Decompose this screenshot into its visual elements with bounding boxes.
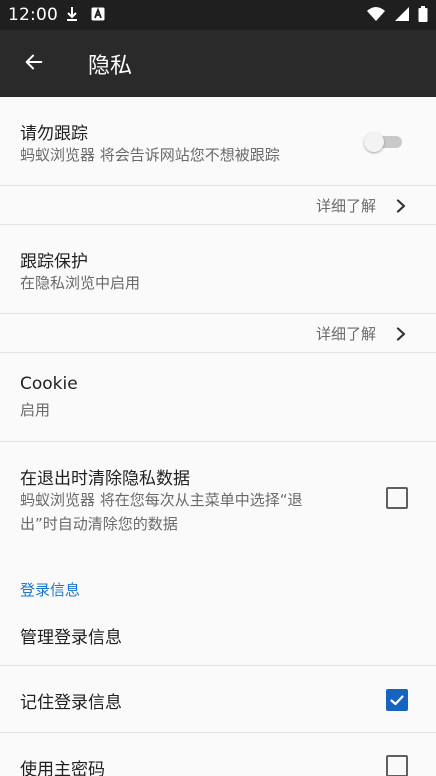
status-time: 12:00 xyxy=(8,5,58,25)
dnt-subtitle: 蚂蚁浏览器 将会告诉网站您不想被跟踪 xyxy=(20,146,280,164)
cookie-title: Cookie xyxy=(20,374,78,394)
chevron-right-icon xyxy=(394,326,408,341)
tracking-protection-subtitle: 在隐私浏览中启用 xyxy=(20,274,141,292)
dnt-learn-more-row[interactable]: 详细了解 xyxy=(0,186,436,224)
remember-logins-title: 记住登录信息 xyxy=(20,693,122,713)
page-title: 隐私 xyxy=(88,54,133,79)
tracking-learn-more-link[interactable]: 详细了解 xyxy=(316,323,376,344)
chevron-right-icon xyxy=(394,198,408,213)
toggle-thumb xyxy=(364,132,384,152)
wifi-icon xyxy=(366,6,386,26)
remember-logins-row[interactable]: 记住登录信息 xyxy=(0,666,436,732)
app-bar: 隐私 xyxy=(0,30,436,97)
tracking-learn-more-row[interactable]: 详细了解 xyxy=(0,314,436,352)
checkmark-icon xyxy=(390,695,404,706)
manage-logins-title: 管理登录信息 xyxy=(20,628,122,648)
status-right-icons xyxy=(366,6,428,26)
master-password-row[interactable]: 使用主密码 xyxy=(0,733,436,776)
settings-list: 请勿跟踪 蚂蚁浏览器 将会告诉网站您不想被跟踪 详细了解 跟踪保护 在隐私浏览中… xyxy=(0,97,436,776)
back-button[interactable] xyxy=(16,46,52,82)
dnt-toggle[interactable] xyxy=(364,132,404,152)
clear-on-exit-checkbox[interactable] xyxy=(386,487,408,509)
manage-logins-row[interactable]: 管理登录信息 xyxy=(0,607,436,665)
status-left-icons xyxy=(64,6,106,26)
dnt-setting-row[interactable]: 请勿跟踪 蚂蚁浏览器 将会告诉网站您不想被跟踪 xyxy=(0,97,436,185)
status-bar: 12:00 xyxy=(0,0,436,30)
download-icon xyxy=(64,6,80,26)
a-box-icon xyxy=(90,6,106,26)
signal-icon xyxy=(394,6,410,26)
cookie-subtitle: 启用 xyxy=(20,401,51,419)
clear-on-exit-subtitle-line2: 出”时自动清除您的数据 xyxy=(20,515,178,533)
dnt-learn-more-link[interactable]: 详细了解 xyxy=(316,195,376,216)
clear-on-exit-row[interactable]: 在退出时清除隐私数据 蚂蚁浏览器 将在您每次从主菜单中选择“退 出”时自动清除您… xyxy=(0,442,436,552)
tracking-protection-row[interactable]: 跟踪保护 在隐私浏览中启用 xyxy=(0,225,436,313)
remember-logins-checkbox[interactable] xyxy=(386,689,408,711)
master-password-checkbox[interactable] xyxy=(386,755,408,776)
master-password-title: 使用主密码 xyxy=(20,760,105,776)
arrow-left-icon xyxy=(23,51,45,77)
clear-on-exit-subtitle-line1: 蚂蚁浏览器 将在您每次从主菜单中选择“退 xyxy=(20,491,303,509)
login-section-header: 登录信息 xyxy=(20,581,81,599)
cookie-setting-row[interactable]: Cookie 启用 xyxy=(0,353,436,441)
battery-icon xyxy=(418,6,428,26)
dnt-title: 请勿跟踪 xyxy=(20,124,88,144)
tracking-protection-title: 跟踪保护 xyxy=(20,252,88,272)
clear-on-exit-title: 在退出时清除隐私数据 xyxy=(20,469,190,489)
